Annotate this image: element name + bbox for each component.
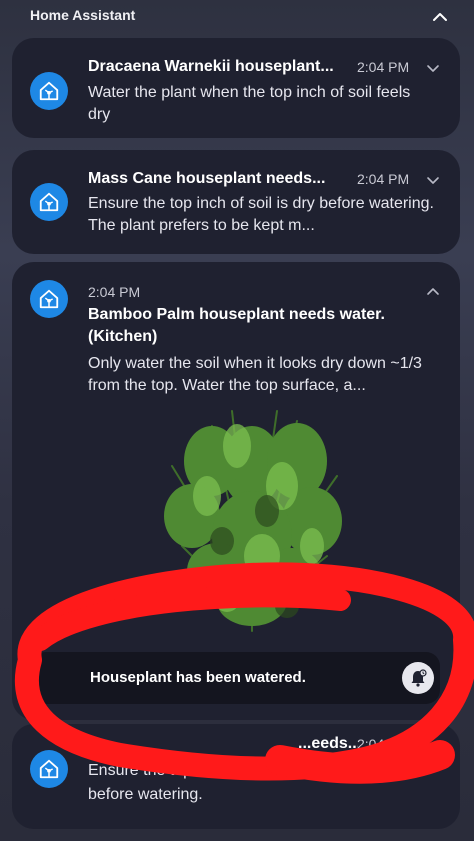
notification-body: Only water the soil when it looks dry do…	[88, 355, 422, 394]
notification-body: Water the plant when the top inch of soi…	[88, 84, 411, 123]
chevron-up-icon[interactable]	[425, 284, 441, 300]
notification-title: Bamboo Palm houseplant needs water. (Kit…	[88, 306, 385, 345]
chevron-down-icon[interactable]	[425, 60, 441, 76]
notification-body: Ensure the top inch of soil is dry befor…	[88, 195, 434, 234]
notification-body-line1: Ensure the top 1-2 inches o	[88, 762, 284, 779]
notification-card[interactable]: Mass Cane houseplant needs... 2:04 PM En…	[12, 150, 460, 254]
plant-image	[164, 410, 342, 632]
notification-card[interactable]: ...eeds... 2:04 PM Ensure the top 1-2 in…	[12, 724, 460, 829]
app-title: Home Assistant	[30, 7, 136, 23]
snooze-bell-icon	[411, 669, 427, 687]
home-assistant-icon	[30, 72, 68, 110]
notification-time: 2:04 PM	[357, 171, 410, 187]
watered-action-label: Houseplant has been watered.	[90, 669, 306, 686]
home-assistant-icon	[30, 280, 68, 318]
notification-title: ...eeds...	[298, 735, 358, 752]
notification-card[interactable]: Dracaena Warnekii houseplant... 2:04 PM …	[12, 38, 460, 138]
home-assistant-icon	[30, 750, 68, 788]
chevron-up-icon[interactable]	[430, 7, 450, 27]
notification-title: Dracaena Warnekii houseplant...	[88, 58, 334, 75]
notification-time: 2:04 PM	[88, 284, 141, 300]
chevron-down-icon[interactable]	[425, 172, 441, 188]
notification-title: Mass Cane houseplant needs...	[88, 170, 326, 187]
watered-action-button[interactable]: Houseplant has been watered.	[32, 652, 440, 704]
snooze-button[interactable]	[402, 662, 434, 694]
notification-card-expanded[interactable]: 2:04 PM Bamboo Palm houseplant needs wat…	[12, 262, 460, 720]
notification-group-header[interactable]: Home Assistant	[30, 7, 454, 27]
home-assistant-icon	[30, 183, 68, 221]
notification-time: 2:04 PM	[357, 736, 410, 752]
notification-time: 2:04 PM	[357, 59, 410, 75]
notification-body-line2: before watering.	[88, 786, 203, 803]
